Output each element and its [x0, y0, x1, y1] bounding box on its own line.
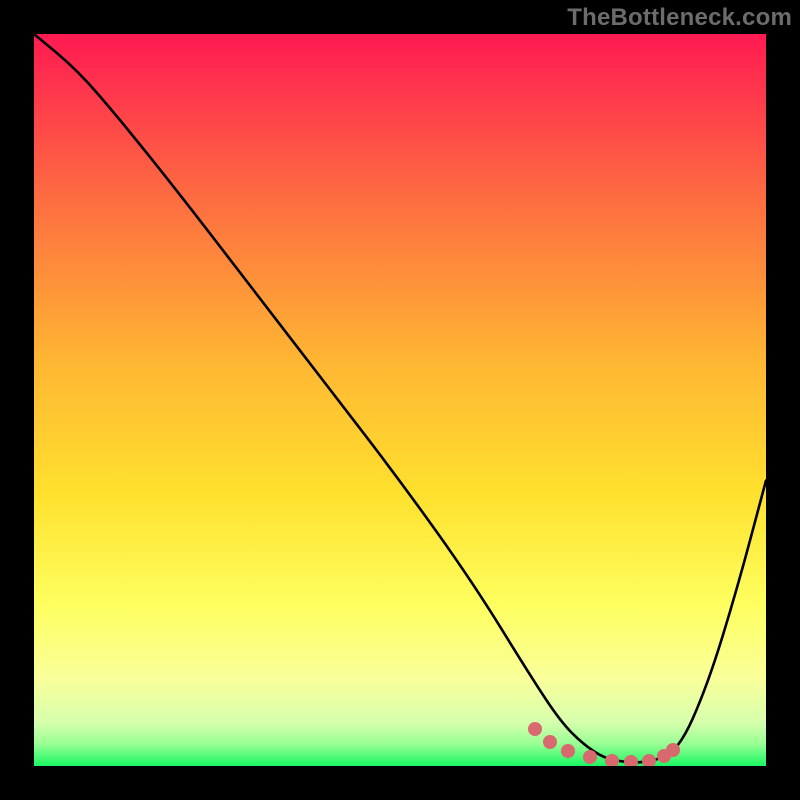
plot-area — [34, 34, 766, 766]
chart-canvas: TheBottleneck.com — [0, 0, 800, 800]
marker-dot — [624, 755, 638, 766]
marker-dot — [666, 743, 680, 757]
marker-dot — [561, 744, 575, 758]
marker-dot — [642, 754, 656, 766]
flat-region-markers — [34, 34, 766, 766]
marker-dot — [528, 722, 542, 736]
marker-dot — [605, 754, 619, 766]
watermark-text: TheBottleneck.com — [567, 4, 792, 32]
marker-dot — [543, 735, 557, 749]
marker-dot — [583, 750, 597, 764]
